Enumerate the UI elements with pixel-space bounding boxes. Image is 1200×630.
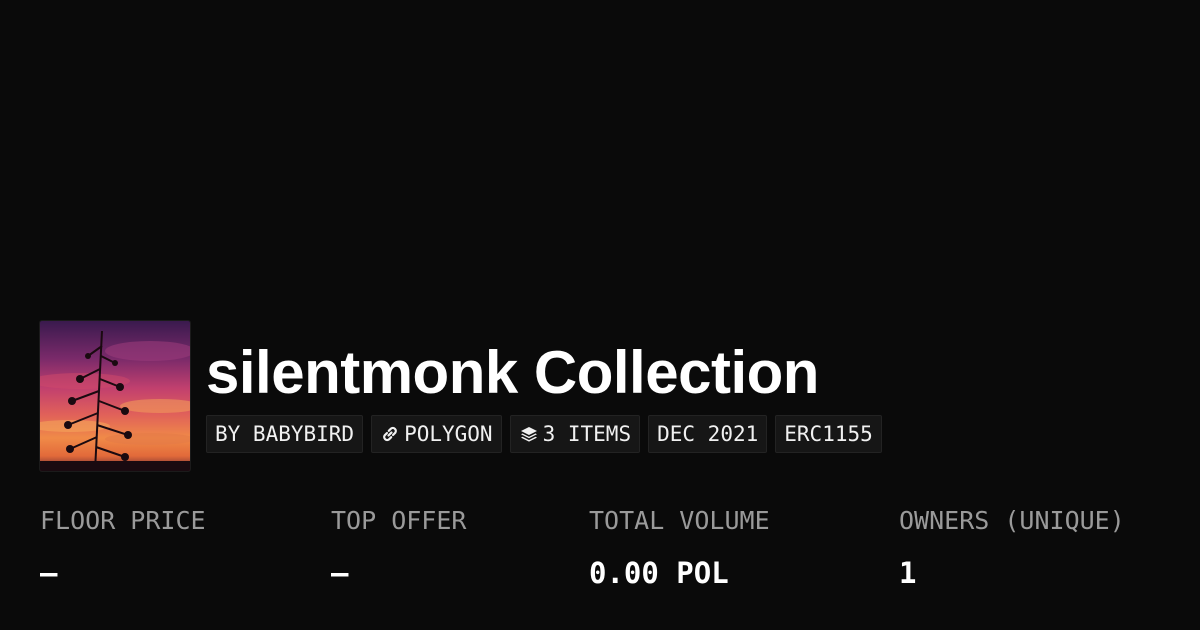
floor-price-stat: FLOOR PRICE — xyxy=(40,505,206,591)
items-tag[interactable]: 3 ITEMS xyxy=(509,415,641,453)
owners-stat: OWNERS (UNIQUE) 1 xyxy=(899,505,1125,591)
creator-tag-label: BY BABYBIRD xyxy=(215,422,355,446)
layers-icon xyxy=(520,427,537,442)
creator-tag[interactable]: BY BABYBIRD xyxy=(206,415,364,453)
items-tag-label: 3 ITEMS xyxy=(542,422,632,446)
standard-tag-label: ERC1155 xyxy=(784,422,873,446)
floor-price-label: FLOOR PRICE xyxy=(40,506,206,535)
owners-value: 1 xyxy=(899,556,917,590)
title-block: silentmonk Collection BY BABYBIRD POLYGO… xyxy=(206,321,882,453)
total-volume-label: TOTAL VOLUME xyxy=(589,506,770,535)
standard-tag: ERC1155 xyxy=(775,415,882,453)
date-tag-label: DEC 2021 xyxy=(657,422,759,446)
tag-list: BY BABYBIRD POLYGON 3 ITEMS DEC 2021 ERC… xyxy=(206,415,882,453)
link-icon xyxy=(383,426,397,442)
collection-avatar xyxy=(40,321,190,471)
chain-tag[interactable]: POLYGON xyxy=(371,415,502,453)
collection-title: silentmonk Collection xyxy=(206,339,819,406)
stats-row: FLOOR PRICE — TOP OFFER — TOTAL VOLUME 0… xyxy=(0,505,1200,605)
total-volume-stat: TOTAL VOLUME 0.00 POL xyxy=(589,505,770,591)
top-offer-label: TOP OFFER xyxy=(331,506,467,535)
floor-price-value: — xyxy=(40,556,58,590)
owners-label: OWNERS (UNIQUE) xyxy=(899,506,1125,535)
top-offer-stat: TOP OFFER — xyxy=(331,505,466,591)
collection-header: silentmonk Collection BY BABYBIRD POLYGO… xyxy=(40,321,882,471)
date-tag: DEC 2021 xyxy=(648,415,768,453)
chain-tag-label: POLYGON xyxy=(404,422,493,446)
total-volume-value: 0.00 POL xyxy=(589,556,729,590)
top-offer-value: — xyxy=(331,556,349,590)
